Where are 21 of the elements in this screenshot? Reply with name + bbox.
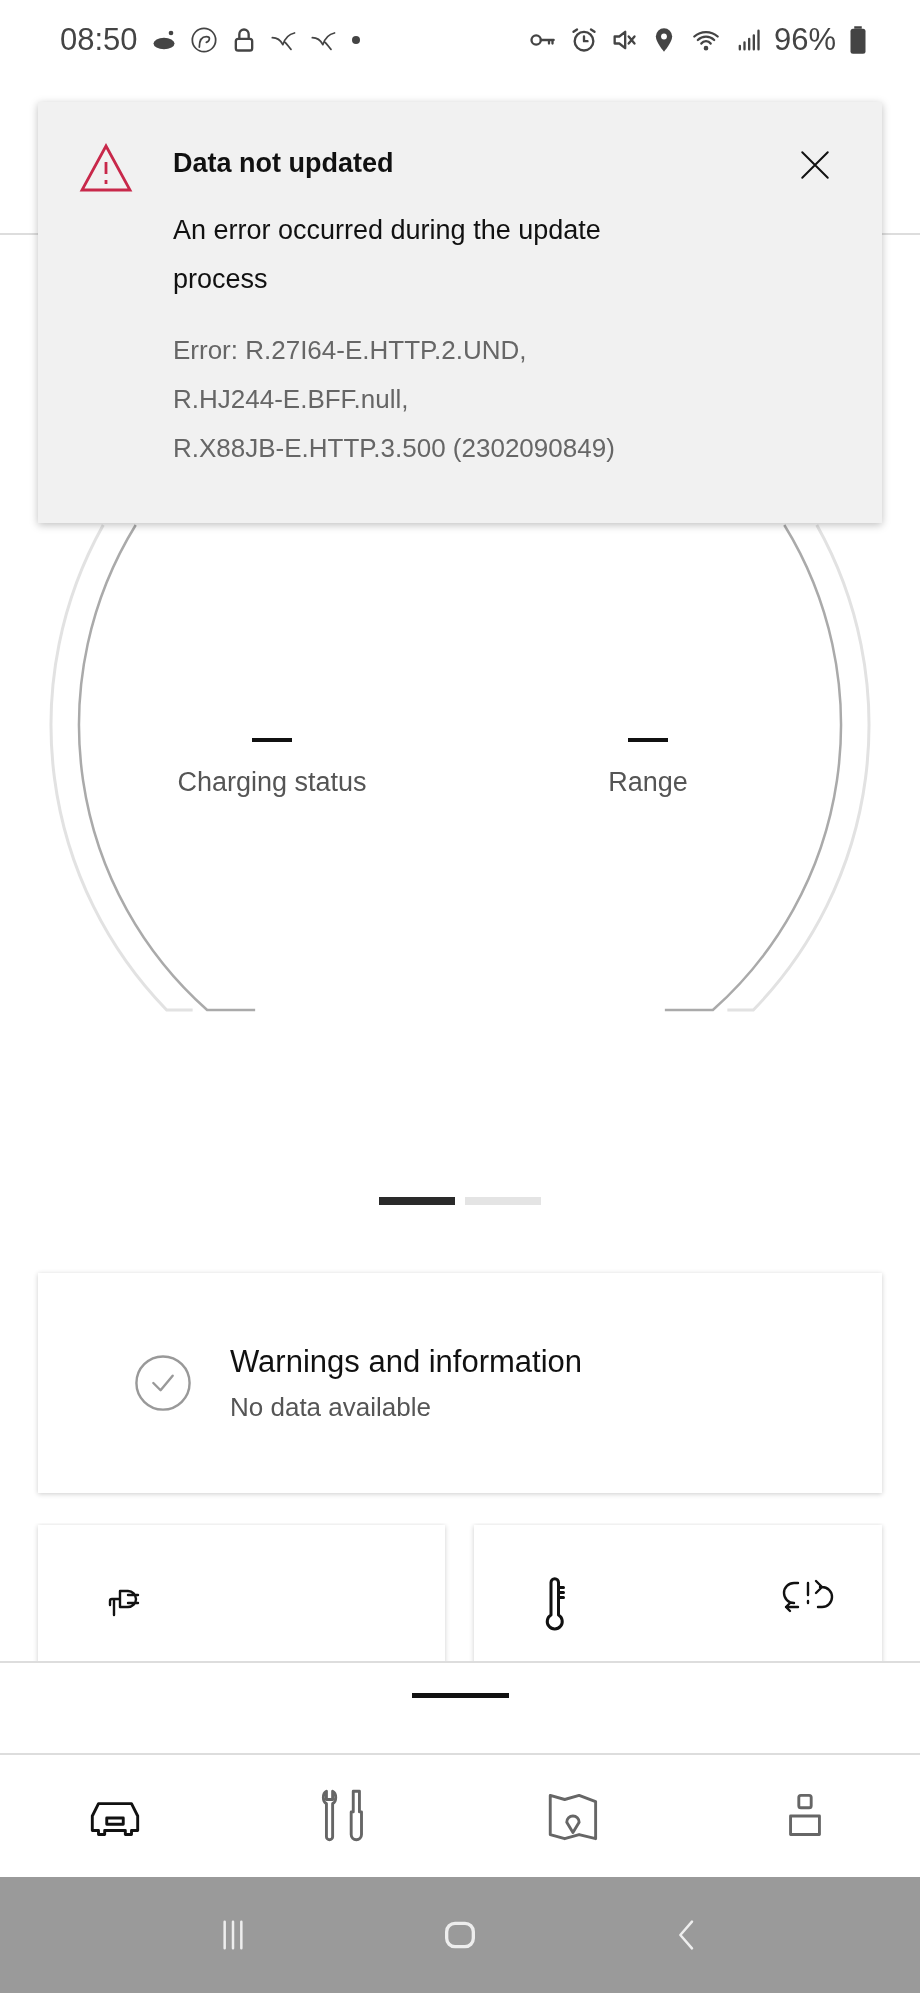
error-detail: R.X88JB-E.HTTP.3.500 (2302090849) — [173, 432, 616, 465]
warnings-card[interactable]: Warnings and information No data available — [38, 1273, 882, 1493]
alarm-icon — [569, 26, 598, 54]
clock-time: 08:50 — [60, 22, 138, 58]
close-icon — [798, 148, 832, 182]
toast-title: Data not updated — [173, 147, 394, 180]
toast-message: An error occurred during the update process — [173, 214, 602, 296]
reading-value: — — [628, 717, 668, 757]
sheet-handle[interactable] — [411, 1693, 509, 1698]
check-circle-icon — [134, 1354, 192, 1412]
warning-icon — [78, 142, 134, 194]
battery-percent: 96% — [773, 22, 836, 58]
dot-icon — [349, 34, 362, 46]
card-subtitle: No data available — [230, 1391, 432, 1423]
error-detail: Error: R.27I64-E.HTTP.2.UND, — [173, 334, 528, 367]
reading-value: — — [252, 717, 292, 757]
card-title: Warnings and information — [230, 1343, 583, 1380]
reading-label: Range — [608, 767, 688, 798]
reading-label: Charging status — [177, 767, 367, 798]
battery-icon — [848, 25, 868, 55]
error-detail: R.HJ244-E.BFF.null, — [173, 383, 410, 416]
